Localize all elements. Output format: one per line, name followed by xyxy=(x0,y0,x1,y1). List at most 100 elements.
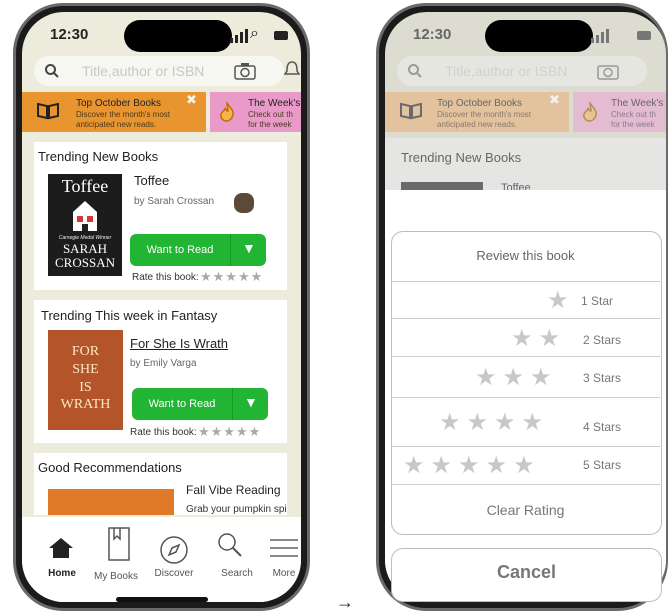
tab-label: Discover xyxy=(154,568,194,579)
search-bar[interactable]: Title,author or ISBN xyxy=(34,56,284,86)
book-cover-wrath[interactable]: FOR SHE IS WRATH xyxy=(48,330,123,430)
tab-label: Home xyxy=(48,568,76,579)
banner-weeks[interactable]: The Week's Check out th for the week xyxy=(210,92,301,132)
close-icon[interactable]: ✖ xyxy=(549,92,560,108)
search-icon xyxy=(218,533,242,557)
star-rating[interactable]: ★★★★★ xyxy=(198,424,261,440)
dimmed-card: Trending New Books Toffee xyxy=(385,138,666,190)
banner-subtitle: Check out th xyxy=(611,110,656,119)
rating-label: 4 Stars xyxy=(583,420,622,434)
close-icon[interactable]: ✖ xyxy=(186,92,197,108)
wifi-icon: ⌕ xyxy=(250,25,259,42)
camera-icon[interactable] xyxy=(234,62,256,80)
banner-subtitle: Check out th xyxy=(248,110,293,119)
avatar[interactable] xyxy=(232,191,256,215)
cancel-button[interactable]: Cancel xyxy=(391,548,662,602)
book-author[interactable]: by Sarah Crossan xyxy=(134,196,214,207)
signal-icon xyxy=(230,29,248,43)
banner-title: Top October Books xyxy=(76,98,162,109)
section-title: Trending New Books xyxy=(38,149,159,164)
stars-4: ★★★★ xyxy=(439,409,550,436)
chevron-down-icon[interactable]: ▼ xyxy=(244,394,258,410)
star-rating[interactable]: ★★★★★ xyxy=(200,269,263,285)
book-cover-peek xyxy=(401,182,483,190)
banner-subtitle: anticipated new reads. xyxy=(437,120,518,129)
search-placeholder: Title,author or ISBN xyxy=(445,63,568,79)
banner-top-october[interactable]: Top October Books Discover the month's m… xyxy=(385,92,569,132)
banner-subtitle: for the week xyxy=(611,120,655,129)
status-time: 12:30 xyxy=(50,26,89,43)
book-author[interactable]: by Emily Varga xyxy=(130,358,197,369)
recommendation-image[interactable] xyxy=(48,489,174,515)
rate-label: Rate this book: xyxy=(132,272,199,283)
notification-icon[interactable] xyxy=(284,60,300,80)
stars-5: ★★★★★ xyxy=(403,452,541,479)
rating-option-4[interactable]: ★★★★ 4 Stars xyxy=(391,397,660,447)
cover-text: WRATH xyxy=(60,397,111,412)
home-icon xyxy=(49,538,73,558)
tab-label: My Books xyxy=(94,571,138,582)
search-bar[interactable]: Title,author or ISBN xyxy=(397,56,647,86)
book-cover-toffee[interactable]: Toffee Carnegie Medal Winner SARAH CROSS… xyxy=(48,174,122,276)
battery-icon xyxy=(274,31,288,40)
rating-label: 3 Stars xyxy=(583,371,622,385)
flame-icon xyxy=(583,102,597,122)
banner-title: The Week's xyxy=(611,98,664,109)
trending-new-card: Trending New Books Toffee Carnegie Medal… xyxy=(34,142,287,290)
book-title[interactable]: For She Is Wrath xyxy=(130,336,228,351)
want-to-read-button[interactable]: Want to Read ▼ xyxy=(130,234,266,266)
left-phone-screen: 12:30 ⌕ Title,author or ISBN Top October… xyxy=(22,12,301,602)
compass-icon xyxy=(160,536,188,564)
rating-label: 5 Stars xyxy=(583,458,622,472)
banner-top-october[interactable]: Top October Books Discover the month's m… xyxy=(22,92,206,132)
banner-title: Top October Books xyxy=(437,98,523,109)
battery-icon xyxy=(637,31,651,40)
dynamic-island xyxy=(124,20,232,52)
cover-title: Toffee xyxy=(61,176,109,196)
cover-text: FOR xyxy=(71,344,100,359)
banner-weeks[interactable]: The Week's Check out th for the week xyxy=(573,92,666,132)
stars-1: ★ xyxy=(547,287,575,314)
search-placeholder: Title,author or ISBN xyxy=(82,63,205,79)
menu-icon xyxy=(270,539,298,557)
want-to-read-button[interactable]: Want to Read ▼ xyxy=(132,388,268,420)
rating-option-3[interactable]: ★★★ 3 Stars xyxy=(391,356,660,398)
recommendation-title[interactable]: Fall Vibe Reading xyxy=(186,483,281,497)
book-icon xyxy=(37,102,59,120)
chevron-down-icon[interactable]: ▼ xyxy=(242,240,256,256)
rate-label: Rate this book: xyxy=(130,427,197,438)
cover-text: SHE xyxy=(72,362,99,377)
section-title: Trending New Books xyxy=(401,150,522,165)
stars-3: ★★★ xyxy=(475,364,558,391)
rating-option-5[interactable]: ★★★★★ 5 Stars xyxy=(391,446,660,485)
search-icon xyxy=(45,64,59,78)
cover-text: IS xyxy=(79,380,92,395)
tab-label: More xyxy=(272,568,296,579)
banner-subtitle: for the week xyxy=(248,120,292,129)
status-time: 12:30 xyxy=(413,26,452,43)
review-sheet-title: Review this book xyxy=(476,248,575,263)
banner-subtitle: Discover the month's most xyxy=(437,110,532,119)
want-to-read-label: Want to Read xyxy=(148,398,216,410)
section-title: Good Recommendations xyxy=(38,460,182,475)
rating-option-2[interactable]: ★★ 2 Stars xyxy=(391,318,660,357)
rating-option-1[interactable]: ★ 1 Star xyxy=(391,281,660,319)
book-icon xyxy=(400,102,422,120)
clear-rating-label: Clear Rating xyxy=(486,502,565,518)
banner-subtitle: anticipated new reads. xyxy=(76,120,157,129)
book-title[interactable]: Toffee xyxy=(134,173,169,188)
book-title-peek: Toffee xyxy=(501,182,531,190)
recommendations-card: Good Recommendations Fall Vibe Reading G… xyxy=(34,453,287,515)
recommendation-subtitle: Grab your pumpkin spic xyxy=(186,504,286,515)
search-icon xyxy=(408,64,422,78)
home-indicator xyxy=(116,597,208,602)
section-title: Trending This week in Fantasy xyxy=(41,308,218,323)
cover-author: CROSSAN xyxy=(55,255,115,270)
camera-icon[interactable] xyxy=(597,62,619,80)
divider xyxy=(232,388,233,420)
want-to-read-label: Want to Read xyxy=(146,244,214,256)
dynamic-island xyxy=(485,20,593,52)
rating-label: 1 Star xyxy=(581,294,614,308)
signal-icon xyxy=(591,29,609,43)
clear-rating-button[interactable]: Clear Rating xyxy=(391,484,660,533)
